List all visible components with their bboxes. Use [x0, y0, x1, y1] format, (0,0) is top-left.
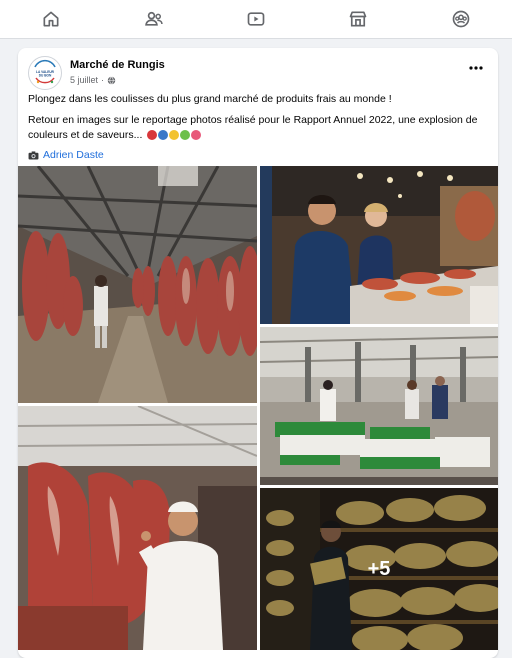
more-photos-count: +5 [367, 557, 391, 580]
fish-stall-image [260, 166, 498, 324]
photo-produce-hall[interactable] [260, 327, 498, 485]
groups-icon [452, 10, 470, 28]
logo-text-line2: DU BON [39, 74, 52, 78]
meta-separator: · [101, 75, 105, 85]
more-photos-overlay[interactable]: +5 [260, 488, 498, 650]
fish-emoji-icon [158, 130, 169, 141]
post-text-line-2: Retour en images sur le reportage photos… [28, 113, 490, 143]
post-header: LA VALEUR DU BON Marché de Rungis 5 juil… [28, 56, 488, 90]
emoji-group [147, 130, 202, 141]
camera-icon [28, 151, 39, 160]
flower-emoji-icon [191, 130, 202, 141]
photo-meat-hall[interactable] [18, 166, 257, 403]
photo-cheese-cellar[interactable]: +5 [260, 488, 498, 650]
meat-hall-image [18, 166, 257, 403]
nav-friends[interactable] [134, 4, 174, 34]
photo-fish-stall[interactable] [260, 166, 498, 324]
post-meta: 5 juillet · [70, 75, 116, 85]
photo-credit: Adrien Daste [28, 148, 490, 163]
cheese-emoji-icon [169, 130, 180, 141]
nav-home[interactable] [31, 4, 71, 34]
marketplace-icon [350, 11, 367, 27]
credit-link[interactable]: Adrien Daste [43, 149, 104, 161]
nav-marketplace[interactable] [338, 4, 378, 34]
post-card: LA VALEUR DU BON Marché de Rungis 5 juil… [18, 48, 498, 658]
butcher-image [18, 406, 257, 650]
more-options-icon [469, 66, 483, 70]
page-name[interactable]: Marché de Rungis [70, 59, 165, 71]
page-avatar[interactable]: LA VALEUR DU BON [28, 56, 62, 90]
nav-groups[interactable] [441, 4, 481, 34]
globe-icon [107, 76, 116, 84]
post-text-line-1: Plongez dans les coulisses du plus grand… [28, 93, 392, 105]
post-text: Plongez dans les coulisses du plus grand… [28, 92, 490, 169]
photo-butcher[interactable] [18, 406, 257, 650]
home-icon [43, 11, 59, 27]
apple-emoji-icon [180, 130, 191, 141]
meat-emoji-icon [147, 130, 158, 141]
post-options-button[interactable] [464, 58, 488, 78]
video-icon [247, 12, 265, 26]
rungis-logo: LA VALEUR DU BON [30, 58, 60, 88]
produce-hall-image [260, 327, 498, 485]
top-navigation-bar [0, 0, 512, 39]
friends-icon [144, 11, 163, 26]
post-text-line-2-body: Retour en images sur le reportage photos… [28, 114, 478, 141]
nav-video[interactable] [236, 4, 276, 34]
post-date[interactable]: 5 juillet [70, 75, 98, 85]
